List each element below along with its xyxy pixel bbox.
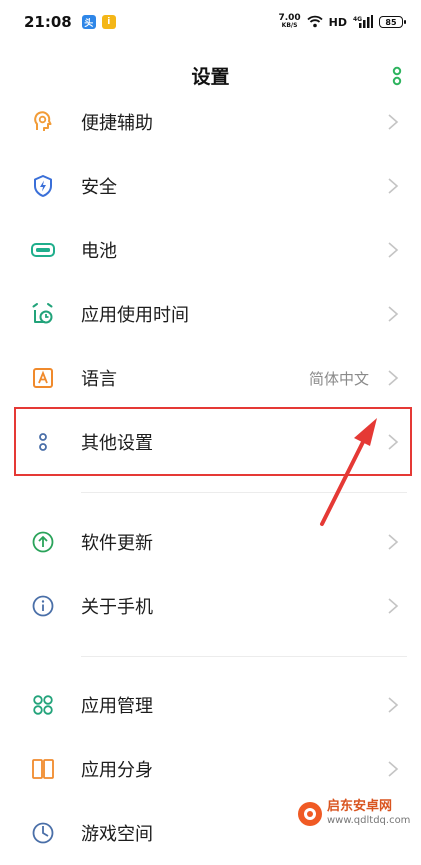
- settings-item-label: 安全: [81, 177, 117, 198]
- grid-four-icon: [30, 692, 56, 718]
- settings-item-battery[interactable]: 电池: [0, 218, 421, 282]
- settings-item-label: 关于手机: [81, 597, 153, 618]
- network-speed-value: 7.00: [278, 13, 301, 23]
- settings-item-label: 软件更新: [81, 533, 153, 554]
- status-right: 7.00 KB/S HD 4G 85: [278, 13, 406, 32]
- settings-item-software-update[interactable]: 软件更新: [0, 510, 421, 574]
- settings-item-security[interactable]: 安全: [0, 154, 421, 218]
- settings-item-label: 应用分身: [81, 760, 153, 781]
- alarm-clock-icon: [30, 301, 56, 327]
- letter-a-icon: [30, 365, 56, 391]
- chevron-right-icon: [387, 177, 399, 195]
- settings-item-app-management[interactable]: 应用管理: [0, 673, 421, 737]
- status-bar: 21:08 头 i 7.00 KB/S HD 4G 85: [0, 0, 421, 44]
- page-title: 设置: [191, 66, 230, 88]
- network-speed-unit: KB/S: [281, 22, 298, 29]
- settings-item-about-phone[interactable]: 关于手机: [0, 574, 421, 638]
- info-circle-icon: [30, 593, 56, 619]
- dual-rectangles-icon: [30, 756, 56, 782]
- network-speed: 7.00 KB/S: [278, 13, 301, 30]
- hd-label: HD: [328, 15, 347, 29]
- watermark-text: 启东安卓网 www.qdltdq.com: [327, 800, 410, 828]
- more-dots-icon: [392, 66, 402, 86]
- chevron-right-icon: [387, 305, 399, 323]
- settings-item-app-usage-time[interactable]: 应用使用时间: [0, 282, 421, 346]
- settings-item-language[interactable]: 语言 简体中文: [0, 346, 421, 410]
- chevron-right-icon: [387, 533, 399, 551]
- settings-item-accessibility[interactable]: 便捷辅助: [0, 90, 421, 154]
- watermark: 启东安卓网 www.qdltdq.com: [293, 798, 415, 830]
- settings-item-label: 应用管理: [81, 696, 153, 717]
- shield-lightning-icon: [30, 173, 56, 199]
- status-time: 21:08: [24, 13, 72, 31]
- wifi-icon: [307, 13, 323, 32]
- watermark-url: www.qdltdq.com: [327, 815, 411, 826]
- battery-icon: [30, 237, 56, 263]
- chevron-right-icon: [387, 696, 399, 714]
- toutiao-notification-icon: 头: [81, 15, 96, 29]
- language-value: 简体中文: [308, 369, 369, 388]
- settings-item-app-clone[interactable]: 应用分身: [0, 737, 421, 801]
- battery-indicator: 85: [379, 16, 406, 28]
- chevron-right-icon: [387, 369, 399, 387]
- settings-item-label: 便捷辅助: [81, 113, 153, 134]
- chevron-right-icon: [387, 597, 399, 615]
- accessibility-head-icon: [30, 109, 56, 135]
- chevron-right-icon: [387, 113, 399, 131]
- upload-circle-icon: [30, 529, 56, 555]
- section-divider: [81, 656, 407, 657]
- svg-text:4G: 4G: [353, 16, 362, 23]
- settings-item-label: 游戏空间: [81, 824, 153, 845]
- signal-icon: 4G: [353, 13, 373, 32]
- settings-item-label: 电池: [81, 241, 117, 262]
- chevron-right-icon: [387, 241, 399, 259]
- settings-item-label: 语言: [81, 369, 117, 390]
- watermark-logo-icon: [298, 802, 322, 826]
- more-options-button[interactable]: [391, 64, 403, 88]
- settings-item-label: 应用使用时间: [81, 305, 189, 326]
- status-left: 21:08 头 i: [24, 13, 116, 31]
- app-notification-icon: i: [101, 15, 116, 29]
- section-divider: [81, 492, 407, 493]
- chevron-right-icon: [387, 760, 399, 778]
- game-icon: [30, 820, 56, 846]
- watermark-name: 启东安卓网: [327, 799, 393, 814]
- highlight-box: [14, 407, 412, 476]
